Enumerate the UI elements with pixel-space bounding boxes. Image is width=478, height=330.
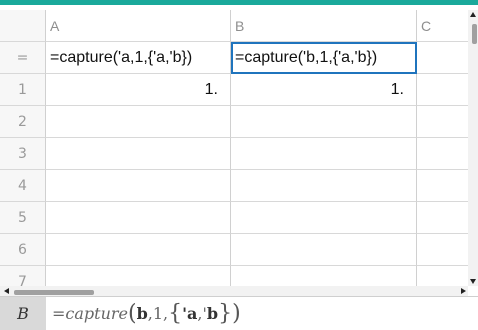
scroll-up-arrow-icon[interactable]	[470, 12, 476, 17]
formula-cell-c[interactable]	[417, 42, 468, 74]
entry-function-name: capture	[65, 304, 128, 323]
entry-arg1: b	[136, 304, 148, 323]
cell-b4[interactable]	[231, 170, 417, 202]
cell-a3[interactable]	[46, 138, 231, 170]
formula-cell-a[interactable]: =capture('a,1,{'a,'b})	[46, 42, 231, 74]
column-header-a[interactable]: A	[46, 10, 231, 42]
horizontal-scroll-thumb[interactable]	[14, 290, 94, 295]
row-header[interactable]: 7	[0, 266, 46, 286]
entry-set-a: 'a	[182, 304, 198, 323]
cell-b7[interactable]	[231, 266, 417, 286]
cell-b6[interactable]	[231, 234, 417, 266]
cell-a1[interactable]: 1.	[46, 74, 231, 106]
entry-right-brace: }	[218, 300, 233, 326]
spreadsheet-grid: A B C = =capture('a,1,{'a,'b}) =capture(…	[0, 10, 468, 286]
entry-close-paren: )	[232, 300, 241, 326]
cell-c2[interactable]	[417, 106, 468, 138]
cell-a7[interactable]	[46, 266, 231, 286]
cell-c3[interactable]	[417, 138, 468, 170]
entry-expression[interactable]: = capture(b ,1,{'a ,' b})	[52, 297, 241, 330]
cell-c7[interactable]	[417, 266, 468, 286]
column-header-b[interactable]: B	[231, 10, 417, 42]
top-accent-bar	[0, 0, 478, 5]
vertical-scrollbar[interactable]	[468, 10, 478, 286]
row-header[interactable]: 2	[0, 106, 46, 138]
cell-a5[interactable]	[46, 202, 231, 234]
row-header[interactable]: 3	[0, 138, 46, 170]
entry-cell-label: B	[0, 297, 46, 330]
cell-b2[interactable]	[231, 106, 417, 138]
entry-open-paren: (	[128, 300, 137, 326]
corner-cell	[0, 10, 46, 42]
row-header[interactable]: 1	[0, 74, 46, 106]
scroll-left-arrow-icon[interactable]	[4, 288, 9, 294]
entry-comma: ,1,	[147, 304, 169, 323]
cell-b3[interactable]	[231, 138, 417, 170]
cell-c1[interactable]	[417, 74, 468, 106]
cell-c4[interactable]	[417, 170, 468, 202]
column-header-c[interactable]: C	[417, 10, 468, 42]
formula-cell-b[interactable]: =capture('b,1,{'a,'b})	[231, 42, 417, 74]
row-header[interactable]: 5	[0, 202, 46, 234]
row-header[interactable]: 4	[0, 170, 46, 202]
entry-equals: =	[52, 304, 66, 323]
cell-b5[interactable]	[231, 202, 417, 234]
scroll-down-arrow-icon[interactable]	[470, 279, 476, 284]
entry-line[interactable]: B = capture(b ,1,{'a ,' b})	[0, 296, 478, 330]
row-header[interactable]: 6	[0, 234, 46, 266]
entry-set-b: b	[206, 304, 219, 323]
cell-c5[interactable]	[417, 202, 468, 234]
entry-set-sep: ,'	[197, 304, 207, 323]
entry-left-brace: {	[168, 300, 183, 326]
cell-a2[interactable]	[46, 106, 231, 138]
vertical-scroll-thumb[interactable]	[472, 24, 477, 44]
cell-a4[interactable]	[46, 170, 231, 202]
cell-a6[interactable]	[46, 234, 231, 266]
cell-b1[interactable]: 1.	[231, 74, 417, 106]
cell-c6[interactable]	[417, 234, 468, 266]
scroll-right-arrow-icon[interactable]	[461, 288, 466, 294]
formula-row-header: =	[0, 42, 46, 74]
